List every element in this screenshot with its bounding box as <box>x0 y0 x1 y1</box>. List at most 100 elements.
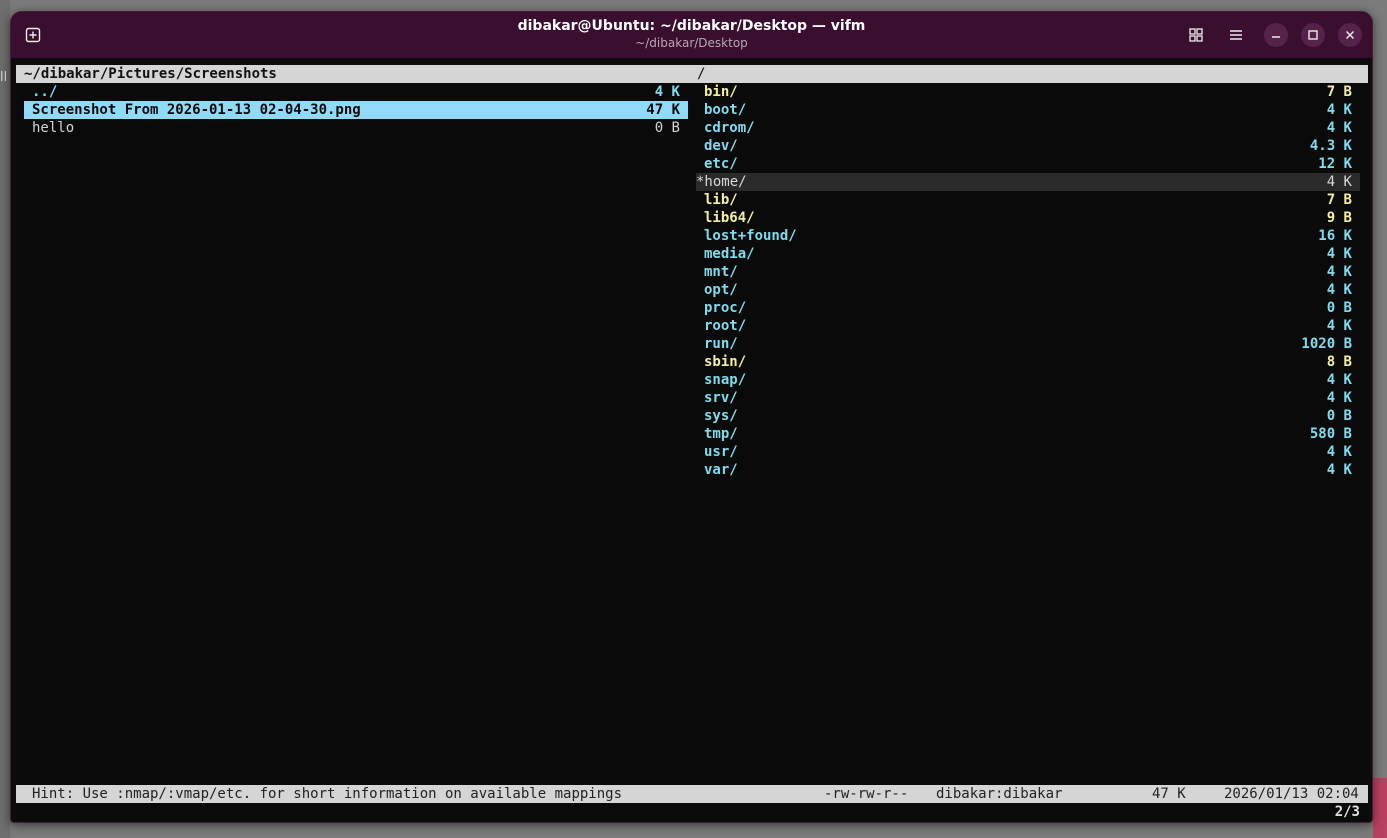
file-name: Screenshot From 2026-01-13 02-04-30.png <box>32 102 361 118</box>
dir-name: root/ <box>704 318 747 334</box>
desktop-edge-text: ll <box>0 70 8 85</box>
hint-text: Hint: Use :nmap/:vmap/etc. for short inf… <box>32 786 623 802</box>
file-name: hello <box>32 120 75 136</box>
close-icon <box>1346 31 1354 39</box>
dir-size: 16 K <box>1318 228 1352 244</box>
dir-name: proc/ <box>704 300 747 316</box>
right-dir-row[interactable]: boot/4 K <box>696 101 1360 119</box>
cursor-position-indicator: 2/3 <box>1334 804 1360 820</box>
dir-name: usr/ <box>704 444 738 460</box>
file-name: ../ <box>32 84 58 100</box>
left-file-row[interactable]: ../ 4 K <box>24 83 688 101</box>
dir-name: lib64/ <box>704 210 755 226</box>
right-dir-row[interactable]: lib/7 B <box>696 191 1360 209</box>
maximize-icon <box>1308 30 1318 40</box>
right-dir-row[interactable]: lib64/9 B <box>696 209 1360 227</box>
dir-size: 4 K <box>1326 444 1352 460</box>
titlebar: dibakar@Ubuntu: ~/dibakar/Desktop — vifm… <box>11 12 1372 58</box>
right-dir-row[interactable]: lost+found/16 K <box>696 227 1360 245</box>
left-pane-path: ~/dibakar/Pictures/Screenshots <box>24 66 277 82</box>
view-grid-button[interactable] <box>1184 23 1208 47</box>
window-title: dibakar@Ubuntu: ~/dibakar/Desktop — vifm <box>517 18 866 34</box>
right-dir-row[interactable]: opt/4 K <box>696 281 1360 299</box>
file-owner: dibakar:dibakar <box>936 786 1063 802</box>
dir-name: sbin/ <box>704 354 747 370</box>
dir-size: 4.3 K <box>1309 138 1352 154</box>
dir-name: var/ <box>704 462 738 478</box>
right-dir-row[interactable]: etc/12 K <box>696 155 1360 173</box>
left-file-row-selected[interactable]: Screenshot From 2026-01-13 02-04-30.png … <box>24 101 688 119</box>
close-button[interactable] <box>1338 23 1362 47</box>
maximize-button[interactable] <box>1301 23 1325 47</box>
pane-path-bar: ~/dibakar/Pictures/Screenshots / <box>16 65 1368 83</box>
right-dir-row[interactable]: mnt/4 K <box>696 263 1360 281</box>
dir-name: etc/ <box>704 156 738 172</box>
file-datetime: 2026/01/13 02:04 <box>1224 786 1359 802</box>
dir-name: opt/ <box>704 282 738 298</box>
dir-name: lost+found/ <box>704 228 797 244</box>
dir-size: 4 K <box>1326 174 1352 190</box>
dir-size: 7 B <box>1326 84 1352 100</box>
dir-name: tmp/ <box>704 426 738 442</box>
right-dir-row[interactable]: usr/4 K <box>696 443 1360 461</box>
right-dir-row[interactable]: tmp/580 B <box>696 425 1360 443</box>
dir-size: 4 K <box>1326 318 1352 334</box>
dir-size: 7 B <box>1326 192 1352 208</box>
file-size-status: 47 K <box>1152 786 1186 802</box>
dir-size: 4 K <box>1326 390 1352 406</box>
dir-size: 0 B <box>1326 300 1352 316</box>
right-dir-row[interactable]: run/1020 B <box>696 335 1360 353</box>
right-dir-row[interactable]: bin/7 B <box>696 83 1360 101</box>
dir-size: 4 K <box>1326 246 1352 262</box>
dir-name: dev/ <box>704 138 738 154</box>
dir-size: 4 K <box>1326 120 1352 136</box>
dir-name: srv/ <box>704 390 738 406</box>
right-dir-row[interactable]: dev/4.3 K <box>696 137 1360 155</box>
dir-name: boot/ <box>704 102 747 118</box>
file-size: 47 K <box>646 102 680 118</box>
right-dir-row[interactable]: media/4 K <box>696 245 1360 263</box>
right-dir-row[interactable]: sbin/8 B <box>696 353 1360 371</box>
dir-size: 4 K <box>1326 264 1352 280</box>
right-dir-row[interactable]: snap/4 K <box>696 371 1360 389</box>
dir-name: run/ <box>704 336 738 352</box>
file-size: 0 B <box>654 120 680 136</box>
dir-name: *home/ <box>696 174 747 190</box>
dir-name: mnt/ <box>704 264 738 280</box>
right-dir-row[interactable]: var/4 K <box>696 461 1360 479</box>
menu-button[interactable] <box>1224 23 1248 47</box>
dir-size: 9 B <box>1326 210 1352 226</box>
dir-name: lib/ <box>704 192 738 208</box>
dir-size: 12 K <box>1318 156 1352 172</box>
left-file-row[interactable]: hello 0 B <box>24 119 688 137</box>
status-bar: Hint: Use :nmap/:vmap/etc. for short inf… <box>16 785 1368 803</box>
right-pane-path: / <box>697 66 706 82</box>
right-dir-row[interactable]: cdrom/4 K <box>696 119 1360 137</box>
minimize-button[interactable] <box>1264 23 1288 47</box>
file-size: 4 K <box>654 84 680 100</box>
terminal-window: dibakar@Ubuntu: ~/dibakar/Desktop — vifm… <box>10 11 1373 823</box>
dir-size: 4 K <box>1326 372 1352 388</box>
desktop-background-accent <box>1373 778 1387 838</box>
dir-name: sys/ <box>704 408 738 424</box>
dir-size: 0 B <box>1326 408 1352 424</box>
dir-name: snap/ <box>704 372 747 388</box>
dir-size: 4 K <box>1326 462 1352 478</box>
dir-size: 1020 B <box>1301 336 1352 352</box>
right-dir-row[interactable]: root/4 K <box>696 317 1360 335</box>
dir-size: 580 B <box>1309 426 1352 442</box>
dir-name: cdrom/ <box>704 120 755 136</box>
desktop-background-left <box>0 0 10 838</box>
window-subtitle: ~/dibakar/Desktop <box>635 36 748 50</box>
dir-name: bin/ <box>704 84 738 100</box>
hamburger-icon <box>1230 30 1242 40</box>
dir-size: 4 K <box>1326 102 1352 118</box>
right-dir-row[interactable]: sys/0 B <box>696 407 1360 425</box>
dir-size: 4 K <box>1326 282 1352 298</box>
terminal-content[interactable]: ~/dibakar/Pictures/Screenshots / ../ 4 K… <box>16 65 1368 822</box>
grid-icon <box>1189 28 1203 42</box>
dir-name: media/ <box>704 246 755 262</box>
right-dir-row-cursor[interactable]: *home/4 K <box>696 173 1360 191</box>
right-dir-row[interactable]: srv/4 K <box>696 389 1360 407</box>
right-dir-row[interactable]: proc/0 B <box>696 299 1360 317</box>
